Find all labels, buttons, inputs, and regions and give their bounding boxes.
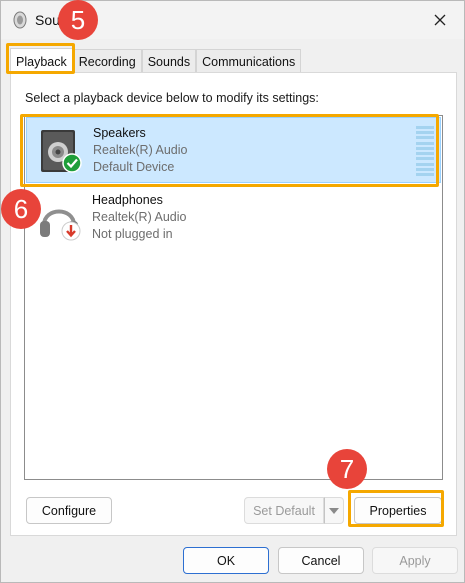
tab-sounds[interactable]: Sounds bbox=[141, 49, 197, 73]
tab-strip: Playback Recording Sounds Communications bbox=[10, 48, 302, 74]
ok-button[interactable]: OK bbox=[183, 547, 269, 574]
step-badge-7: 7 bbox=[327, 449, 367, 489]
set-default-button[interactable]: Set Default bbox=[244, 497, 324, 524]
instruction-text: Select a playback device below to modify… bbox=[25, 91, 319, 105]
device-driver: Realtek(R) Audio bbox=[92, 210, 187, 224]
device-speakers[interactable]: Speakers Realtek(R) Audio Default Device bbox=[26, 117, 441, 183]
red-down-arrow-icon bbox=[61, 221, 81, 241]
close-button[interactable] bbox=[424, 7, 456, 33]
device-headphones[interactable]: Headphones Realtek(R) Audio Not plugged … bbox=[26, 185, 441, 251]
configure-button[interactable]: Configure bbox=[26, 497, 112, 524]
chevron-down-icon bbox=[329, 507, 339, 514]
set-default-dropdown[interactable] bbox=[324, 497, 344, 524]
step-badge-6: 6 bbox=[1, 189, 41, 229]
step-badge-5: 5 bbox=[58, 0, 98, 40]
playback-panel: Select a playback device below to modify… bbox=[10, 72, 457, 536]
speaker-app-icon bbox=[11, 11, 29, 29]
tab-recording[interactable]: Recording bbox=[72, 49, 142, 73]
device-status: Not plugged in bbox=[92, 227, 173, 241]
sound-dialog: Sou Playback Recording Sounds Communicat… bbox=[0, 0, 465, 583]
device-driver: Realtek(R) Audio bbox=[93, 143, 188, 157]
volume-level-meter bbox=[416, 126, 434, 176]
headphones-icon bbox=[36, 195, 84, 243]
apply-button[interactable]: Apply bbox=[372, 547, 458, 574]
properties-button[interactable]: Properties bbox=[354, 497, 442, 524]
tab-communications[interactable]: Communications bbox=[196, 49, 302, 73]
close-icon bbox=[434, 14, 446, 26]
device-name: Speakers bbox=[93, 126, 146, 140]
device-status: Default Device bbox=[93, 160, 175, 174]
device-name: Headphones bbox=[92, 193, 163, 207]
window-title: Sou bbox=[35, 12, 60, 28]
speaker-icon bbox=[37, 128, 85, 176]
tab-playback[interactable]: Playback bbox=[10, 48, 73, 74]
green-check-icon bbox=[62, 153, 82, 173]
cancel-button[interactable]: Cancel bbox=[278, 547, 364, 574]
device-list[interactable]: Speakers Realtek(R) Audio Default Device bbox=[24, 115, 443, 480]
